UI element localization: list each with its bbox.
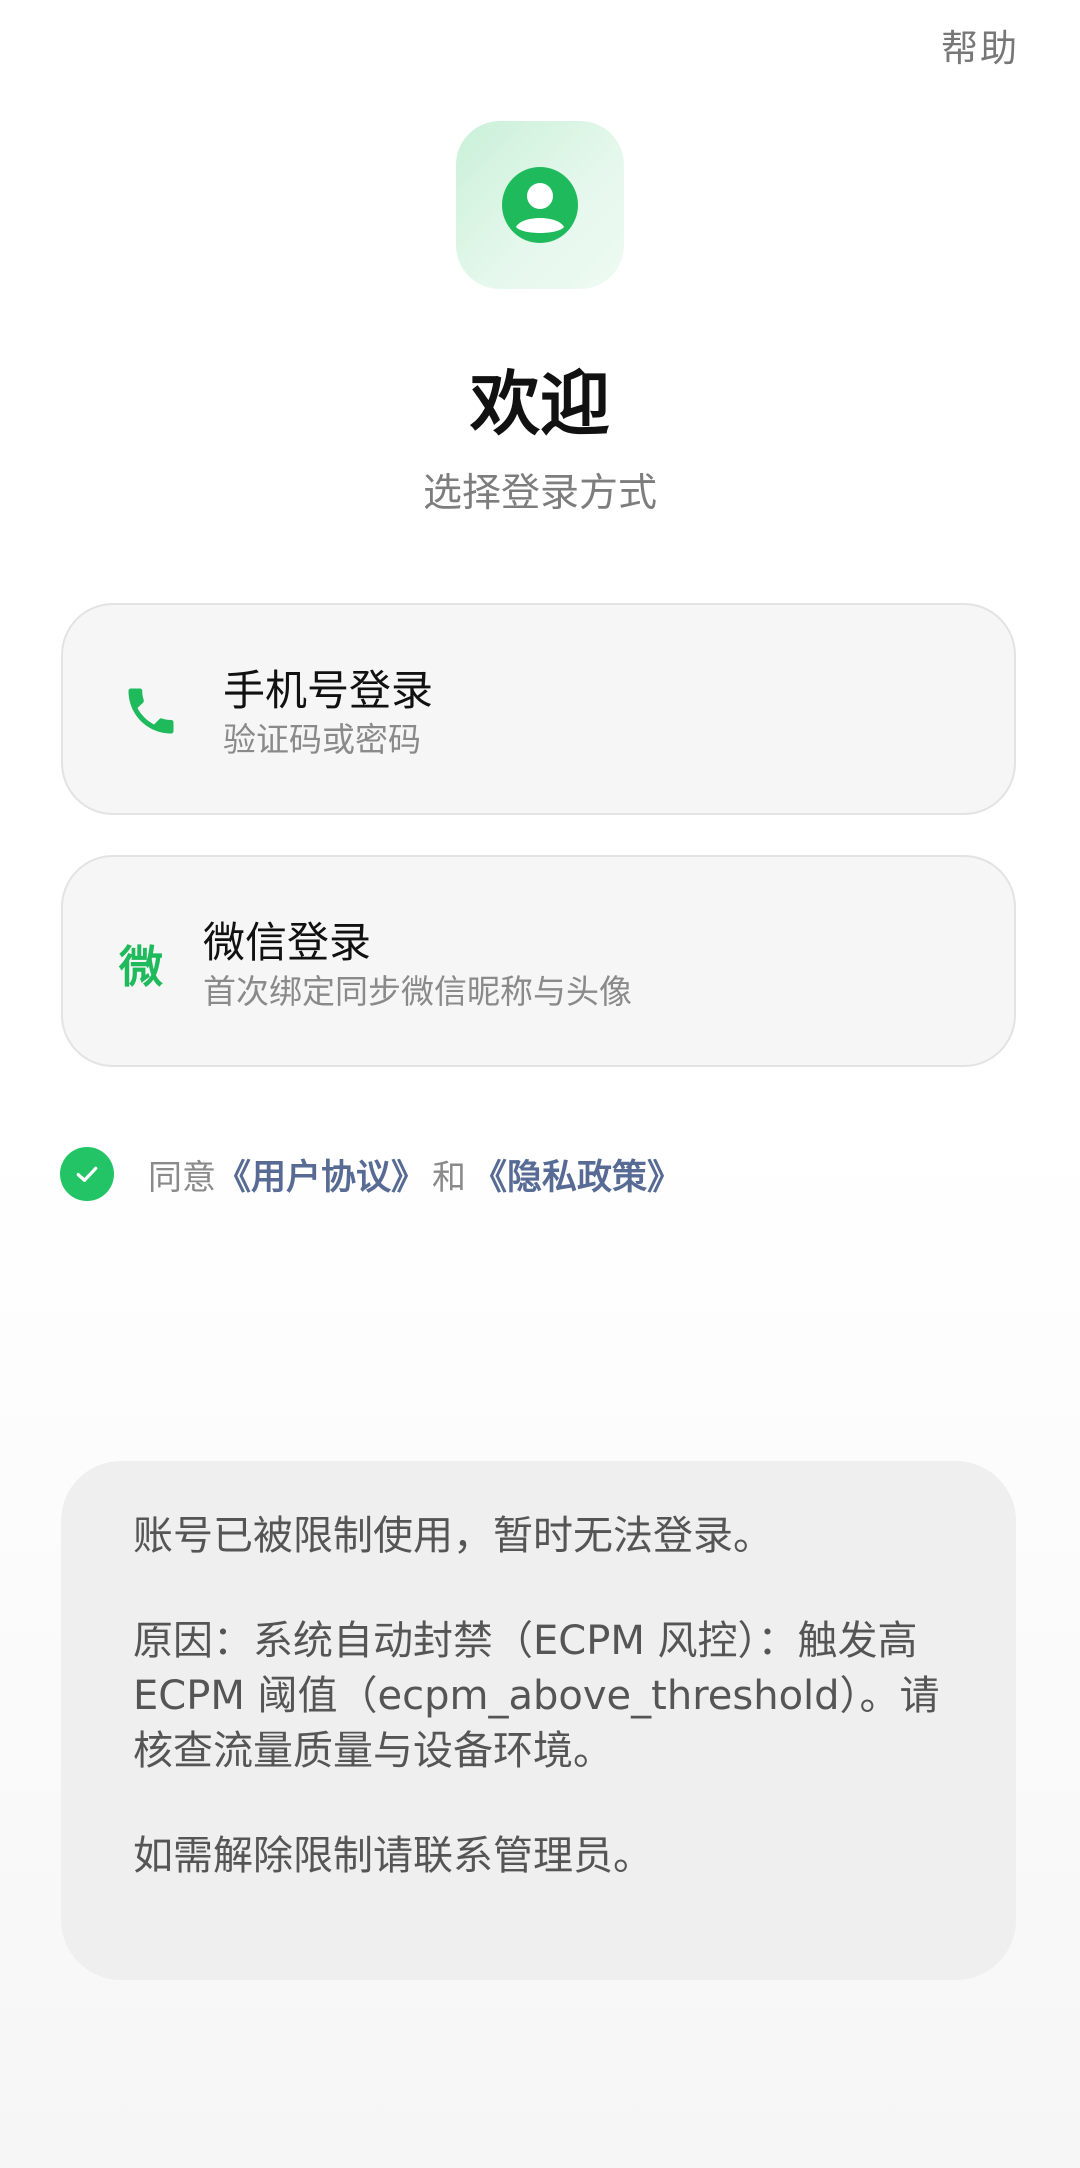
checkmark-icon bbox=[76, 1166, 98, 1182]
wechat-login-title: 微信登录 bbox=[203, 918, 372, 967]
privacy-policy-link[interactable]: 《隐私政策》 bbox=[472, 1149, 682, 1200]
app-icon bbox=[456, 121, 624, 289]
page-title: 欢迎 bbox=[470, 363, 610, 445]
agreement-checkbox[interactable] bbox=[60, 1147, 114, 1201]
page-subtitle: 选择登录方式 bbox=[422, 471, 657, 516]
agreement-prefix: 同意 bbox=[148, 1157, 216, 1198]
phone-icon bbox=[119, 679, 183, 743]
phone-login-title: 手机号登录 bbox=[223, 666, 434, 715]
wechat-login-button[interactable]: 微 微信登录 首次绑定同步微信昵称与头像 bbox=[61, 855, 1016, 1067]
user-agreement-link[interactable]: 《用户协议》 bbox=[216, 1149, 426, 1200]
phone-login-button[interactable]: 手机号登录 验证码或密码 bbox=[61, 603, 1016, 815]
notice-line-2: 原因：系统自动封禁（ECPM 风控）：触发高 ECPM 阈值（ecpm_abov… bbox=[133, 1618, 940, 1774]
wechat-login-description: 首次绑定同步微信昵称与头像 bbox=[203, 972, 632, 1011]
user-avatar-icon bbox=[502, 167, 578, 243]
notice-line-1: 账号已被限制使用，暂时无法登录。 bbox=[133, 1513, 773, 1559]
restriction-notice: 账号已被限制使用，暂时无法登录。 原因：系统自动封禁（ECPM 风控）：触发高 … bbox=[61, 1461, 1016, 1980]
wechat-icon: 微 bbox=[119, 942, 163, 993]
agreement-conjunction: 和 bbox=[432, 1157, 467, 1198]
help-link[interactable]: 帮助 bbox=[941, 18, 1019, 72]
notice-line-3: 如需解除限制请联系管理员。 bbox=[133, 1833, 653, 1879]
phone-login-description: 验证码或密码 bbox=[223, 720, 421, 759]
agreement-row: 同意 《用户协议》 和 《隐私政策》 bbox=[60, 1147, 682, 1201]
